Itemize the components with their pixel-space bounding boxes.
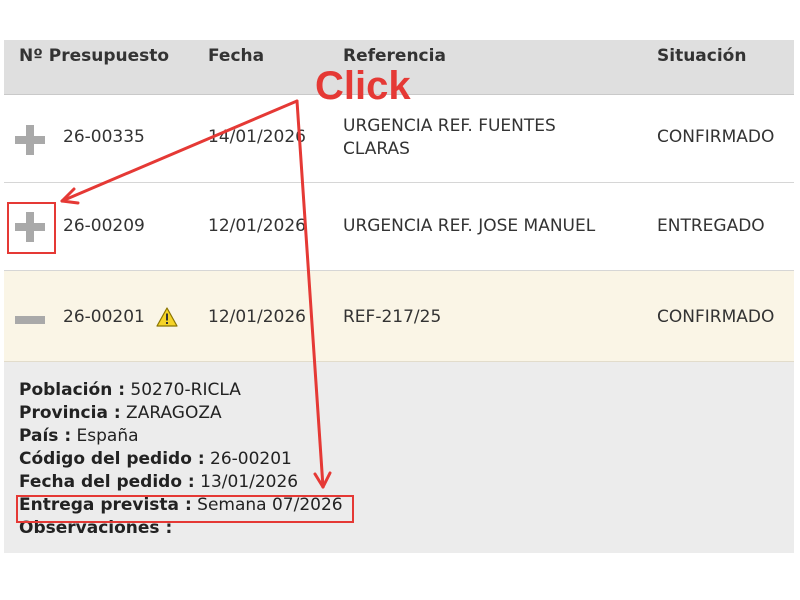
minus-icon[interactable] <box>15 305 45 335</box>
header-fecha[interactable]: Fecha <box>208 46 264 66</box>
detail-provincia: Provincia : ZARAGOZA <box>19 403 222 423</box>
detail-fecha-pedido: Fecha del pedido : 13/01/2026 <box>19 472 299 492</box>
table-row[interactable]: 26-00335 14/01/2026 URGENCIA REF. FUENTE… <box>4 95 794 183</box>
header-numero[interactable]: Nº Presupuesto <box>19 46 169 66</box>
row-referencia: URGENCIA REF. FUENTES <box>343 116 556 136</box>
row-fecha: 14/01/2026 <box>208 127 306 147</box>
row-numero: 26-00209 <box>63 216 145 236</box>
warning-icon <box>156 307 178 327</box>
row-referencia-line2: CLARAS <box>343 139 410 159</box>
row-situacion: CONFIRMADO <box>657 127 775 147</box>
detail-codigo-pedido: Código del pedido : 26-00201 <box>19 449 292 469</box>
plus-icon[interactable] <box>15 125 45 155</box>
row-referencia: URGENCIA REF. JOSE MANUEL <box>343 216 596 236</box>
row-referencia: REF-217/25 <box>343 307 442 327</box>
row-numero: 26-00201 <box>63 307 145 327</box>
header-situacion[interactable]: Situación <box>657 46 746 66</box>
table-row-expanded[interactable]: 26-00201 12/01/2026 REF-217/25 CONFIRMAD… <box>4 271 794 362</box>
order-details-panel: Población : 50270-RICLA Provincia : ZARA… <box>4 362 794 553</box>
click-annotation-label: Click <box>315 64 411 108</box>
header-referencia[interactable]: Referencia <box>343 46 446 66</box>
detail-observaciones: Observaciones : <box>19 518 173 538</box>
detail-poblacion: Población : 50270-RICLA <box>19 380 241 400</box>
row-situacion: ENTREGADO <box>657 216 765 236</box>
orders-table-panel: Nº Presupuesto Fecha Referencia Situació… <box>4 40 794 553</box>
row-numero: 26-00335 <box>63 127 145 147</box>
row-situacion: CONFIRMADO <box>657 307 775 327</box>
row-fecha: 12/01/2026 <box>208 216 306 236</box>
detail-pais: País : España <box>19 426 139 446</box>
table-row[interactable]: 26-00209 12/01/2026 URGENCIA REF. JOSE M… <box>4 183 794 271</box>
plus-icon[interactable] <box>15 212 45 242</box>
detail-entrega-prevista: Entrega prevista : Semana 07/2026 <box>19 495 343 515</box>
row-fecha: 12/01/2026 <box>208 307 306 327</box>
